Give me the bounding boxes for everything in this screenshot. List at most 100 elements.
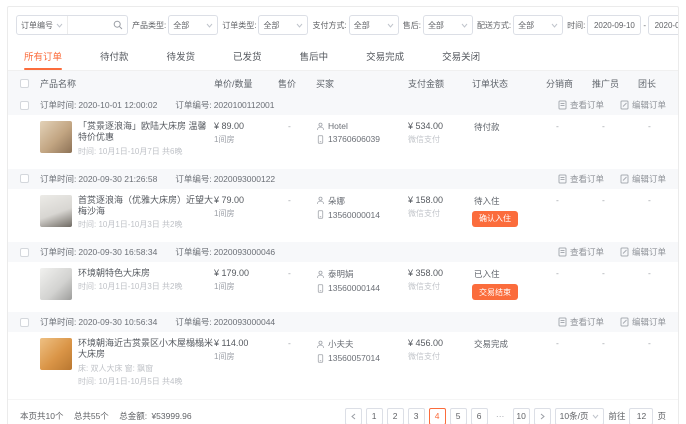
edit-order-button[interactable]: 编辑订单 — [620, 316, 666, 328]
order-time-label: 订单时间: — [40, 99, 76, 111]
search-type-select[interactable]: 订单编号 — [17, 16, 68, 34]
order-time: 2020-09-30 16:58:34 — [78, 247, 157, 257]
pay-method: 微信支付 — [408, 351, 472, 362]
view-order-button[interactable]: 查看订单 — [558, 173, 604, 185]
order-management-card: 订单编号 产品类型: 全部 订单类型: 全部 支付方式: 全部 — [7, 6, 679, 424]
total-amount-label: 总金额: — [119, 411, 147, 421]
header-unit-price: 单价/数量 — [214, 77, 278, 90]
view-order-label: 查看订单 — [570, 316, 604, 328]
order-no-label: 订单编号: — [175, 246, 211, 258]
edit-order-button[interactable]: 编辑订单 — [620, 173, 666, 185]
chevron-down-icon — [461, 23, 468, 28]
status-tabs: 所有订单 待付款 待发货 已发货 售后中 交易完成 交易关闭 — [8, 41, 678, 71]
header-status: 订单状态 — [472, 77, 546, 90]
page-ellipsis: ··· — [492, 408, 509, 424]
order-status: 待入住 — [472, 195, 546, 207]
order-group: 订单时间: 2020-09-30 16:58:34 订单编号: 20200930… — [8, 242, 678, 308]
confirm-checkin-button[interactable]: 确认入住 — [472, 211, 518, 227]
distributor-value: - — [546, 268, 592, 278]
select-all-checkbox[interactable] — [20, 79, 29, 88]
row-checkbox[interactable] — [20, 248, 29, 257]
order-row: 环境朝海近古赏景区小木屋榻榻米大床房 床: 双人大床 窗: 飘窗 时间: 10月… — [8, 332, 678, 395]
row-checkbox[interactable] — [20, 318, 29, 327]
buyer-name[interactable]: 小夫夫 — [328, 338, 354, 350]
page-button-current[interactable]: 4 — [429, 408, 446, 424]
tab-shipped[interactable]: 已发货 — [231, 41, 264, 70]
select-value: 全部 — [428, 20, 444, 31]
table-header: 产品名称 单价/数量 售价 买家 支付金额 订单状态 分销商 推广员 团长 — [8, 71, 678, 95]
promoter-value: - — [592, 121, 638, 131]
pay-method-select[interactable]: 全部 — [349, 15, 399, 35]
group-leader-value: - — [638, 195, 666, 205]
page-button[interactable]: 6 — [471, 408, 488, 424]
document-icon — [558, 174, 567, 184]
page-button[interactable]: 3 — [408, 408, 425, 424]
page-button[interactable]: 10 — [513, 408, 530, 424]
buyer-name[interactable]: Hotel — [328, 121, 348, 131]
buyer-phone: 13560000144 — [328, 283, 380, 293]
chevron-down-icon — [387, 23, 394, 28]
product-type-select[interactable]: 全部 — [168, 15, 218, 35]
edit-order-label: 编辑订单 — [632, 173, 666, 185]
view-order-button[interactable]: 查看订单 — [558, 246, 604, 258]
group-leader-value: - — [638, 338, 666, 348]
edit-order-button[interactable]: 编辑订单 — [620, 246, 666, 258]
pay-amount: ¥ 158.00 — [408, 195, 472, 205]
search-input[interactable] — [68, 21, 113, 30]
phone-icon — [316, 284, 325, 293]
distributor-value: - — [546, 338, 592, 348]
next-page-button[interactable] — [534, 408, 551, 424]
buyer-name[interactable]: 朵娜 — [328, 195, 345, 207]
order-time: 2020-10-01 12:00:02 — [78, 100, 157, 110]
product-name[interactable]: 环境朝海近古赏景区小木屋榻榻米大床房 — [78, 338, 214, 361]
aftersale-select[interactable]: 全部 — [423, 15, 473, 35]
promoter-value: - — [592, 338, 638, 348]
view-order-button[interactable]: 查看订单 — [558, 99, 604, 111]
view-order-label: 查看订单 — [570, 99, 604, 111]
page-button[interactable]: 1 — [366, 408, 383, 424]
page-button[interactable]: 5 — [450, 408, 467, 424]
user-icon — [316, 196, 325, 205]
room-qty: 1间房 — [214, 351, 278, 362]
product-name[interactable]: 首赏逐浪海（优雅大床房）近望大梅沙海 — [78, 195, 214, 218]
header-amount: 支付金额 — [408, 77, 472, 90]
product-image — [40, 268, 72, 300]
search-icon[interactable] — [113, 20, 123, 30]
summary: 本页共10个 总共55个 总金额: ¥53999.96 — [20, 410, 200, 422]
view-order-button[interactable]: 查看订单 — [558, 316, 604, 328]
goto-page-input[interactable]: 12 — [629, 408, 653, 424]
distributor-value: - — [546, 195, 592, 205]
order-type-select[interactable]: 全部 — [258, 15, 308, 35]
pay-method: 微信支付 — [408, 134, 472, 145]
page-size-select[interactable]: 10条/页 — [555, 408, 605, 424]
tab-all-orders[interactable]: 所有订单 — [22, 41, 64, 70]
order-time: 2020-09-30 10:56:34 — [78, 317, 157, 327]
select-value: 全部 — [354, 20, 370, 31]
buyer-phone: 13760606039 — [328, 134, 380, 144]
promoter-value: - — [592, 195, 638, 205]
order-group: 订单时间: 2020-10-01 12:00:02 订单编号: 20201001… — [8, 95, 678, 165]
header-group-leader: 团长 — [638, 77, 666, 90]
row-checkbox[interactable] — [20, 174, 29, 183]
delivery-select[interactable]: 全部 — [513, 15, 563, 35]
edit-order-button[interactable]: 编辑订单 — [620, 99, 666, 111]
row-checkbox[interactable] — [20, 101, 29, 110]
tab-closed[interactable]: 交易关闭 — [440, 41, 482, 70]
date-from-input[interactable]: 2020-09-10 — [587, 15, 641, 35]
page-size-value: 10条/页 — [560, 410, 589, 422]
buyer-name[interactable]: 泰明娟 — [328, 268, 354, 280]
product-name[interactable]: 环境朝特色大床房 — [78, 268, 182, 279]
tab-aftersale[interactable]: 售后中 — [298, 41, 331, 70]
prev-page-button[interactable] — [345, 408, 362, 424]
buyer-phone: 13560057014 — [328, 353, 380, 363]
tab-pending-shipment[interactable]: 待发货 — [165, 41, 198, 70]
tab-pending-payment[interactable]: 待付款 — [98, 41, 131, 70]
product-image — [40, 195, 72, 227]
product-name[interactable]: 「赏景逐浪海」欧陆大床房 温馨特价优惠 — [78, 121, 214, 144]
date-to-input[interactable]: 2020-09-25 — [648, 15, 679, 35]
page-button[interactable]: 2 — [387, 408, 404, 424]
finish-trade-button[interactable]: 交易结束 — [472, 284, 518, 300]
tab-completed[interactable]: 交易完成 — [364, 41, 406, 70]
filter-label: 订单类型: — [222, 20, 256, 31]
product-image — [40, 121, 72, 153]
